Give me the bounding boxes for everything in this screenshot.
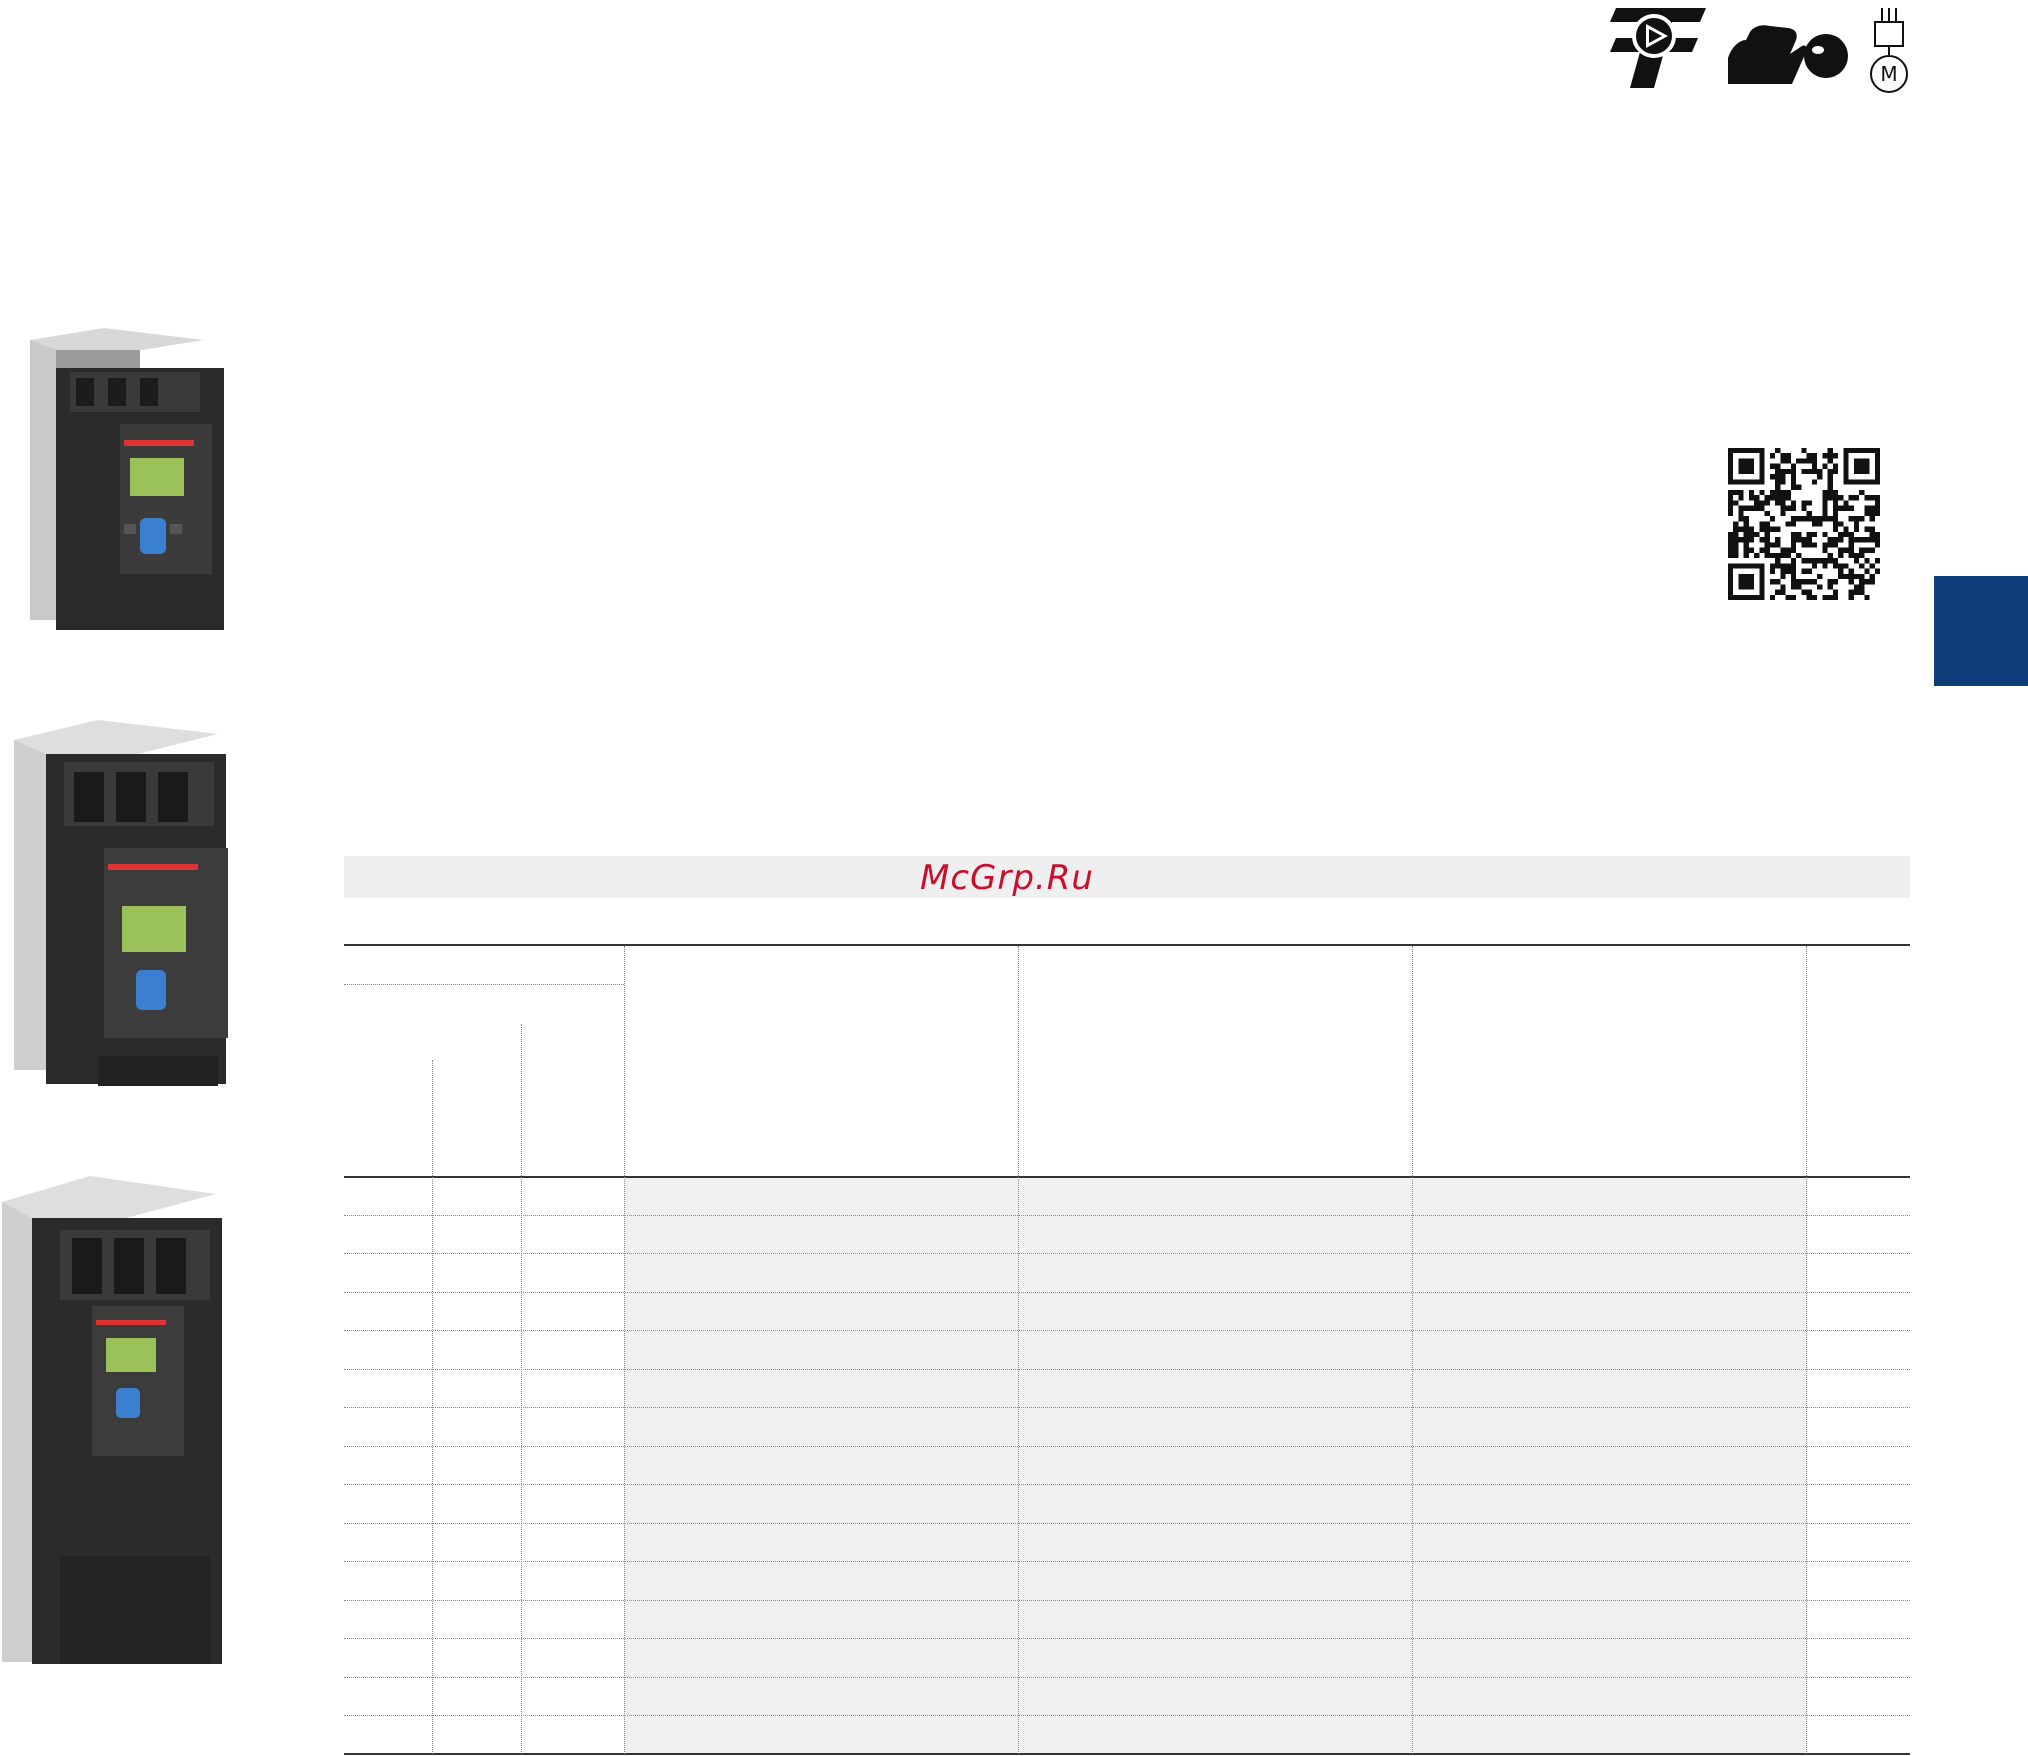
table-column-divider (432, 1060, 433, 1754)
watermark: McGrp.Ru (920, 858, 1094, 898)
table-subheader-rule (344, 984, 624, 985)
table-row-rule (344, 1291, 1910, 1293)
table-row-rule (344, 1638, 1910, 1639)
table-row-rule (344, 1253, 1910, 1254)
table-row-rule (344, 1445, 1910, 1447)
pump-icon (1610, 8, 1706, 88)
soft-starter-product-photo-large (2, 1176, 222, 1664)
table-column-divider (521, 1024, 522, 1754)
table-row-rule (344, 1715, 1910, 1716)
table-row-rule (344, 1522, 1910, 1524)
motor-icon: M (1870, 8, 1908, 93)
table-row-rule (344, 1407, 1910, 1408)
table-top-rule (344, 944, 1910, 946)
table-column-divider (1412, 946, 1413, 1754)
table-row-rule (344, 1214, 1910, 1216)
section-tab (1934, 576, 2028, 686)
table-row-rule (344, 1330, 1910, 1331)
table-shaded-columns (624, 1178, 1808, 1754)
heavy-duty-icon (1728, 25, 1848, 84)
table-row-rule (344, 1561, 1910, 1562)
table-row-rule (344, 1599, 1910, 1601)
table-row-rule (344, 1368, 1910, 1370)
soft-starter-product-photo-medium (14, 720, 228, 1086)
table-bottom-rule (344, 1753, 1910, 1755)
table-row-rule (344, 1484, 1910, 1485)
qr-code (1728, 448, 1880, 600)
table-column-divider (1018, 946, 1019, 1754)
table-header-bottom-rule (344, 1176, 1910, 1178)
table-row-rule (344, 1676, 1910, 1678)
table-column-divider (624, 946, 625, 1754)
svg-text:M: M (1880, 62, 1897, 86)
soft-starter-product-photo-small (30, 328, 224, 630)
table-column-divider (1806, 946, 1807, 1754)
